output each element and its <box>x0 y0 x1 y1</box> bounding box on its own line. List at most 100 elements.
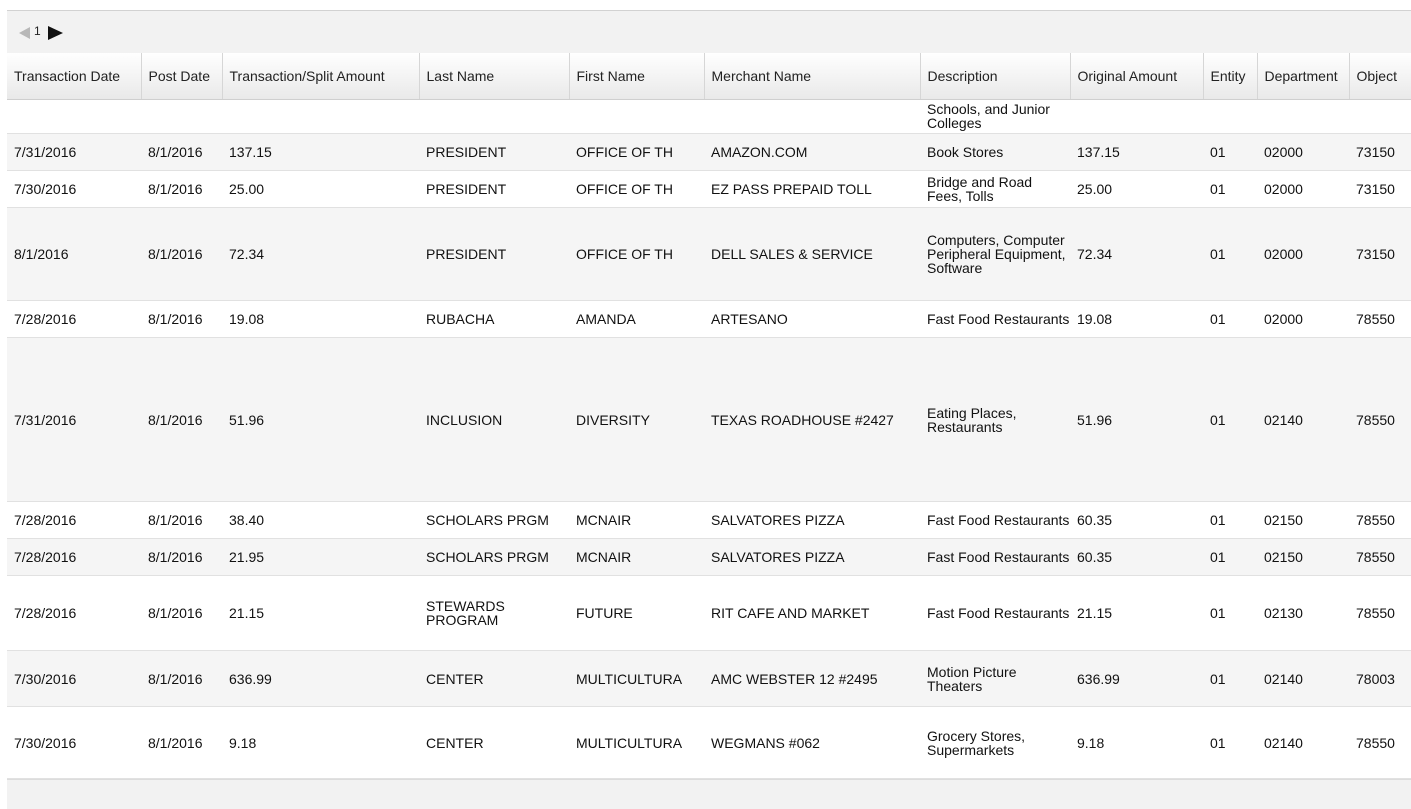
table-row[interactable]: 8/1/2016 8/1/2016 72.34 PRESIDENT OFFICE OF … <box>7 207 1411 301</box>
cell-first-name: MCNAIR <box>569 501 704 539</box>
previous-page-icon[interactable] <box>19 27 30 39</box>
column-header-entity[interactable]: Entity <box>1203 53 1258 100</box>
cell-post-date: 8/1/2016 <box>141 575 222 651</box>
cell-entity: 01 <box>1203 575 1257 651</box>
cell-entity: 01 <box>1203 133 1257 171</box>
cell-transaction-date: 7/28/2016 <box>7 538 141 576</box>
cell-merchant-name: RIT CAFE AND MARKET <box>704 575 920 651</box>
table-row[interactable]: 7/28/2016 8/1/2016 38.40 SCHOLARS PRGM MCNAI… <box>7 501 1411 539</box>
column-header-first-name[interactable]: First Name <box>569 53 705 100</box>
cell-department: 02000 <box>1257 300 1349 338</box>
cell-empty <box>1203 99 1257 134</box>
cell-first-name: MULTICULTURA <box>569 706 704 779</box>
column-header-transaction-split-amount[interactable]: Transaction/Split Amount <box>222 53 420 100</box>
cell-merchant-name: AMAZON.COM <box>704 133 920 171</box>
cell-department: 02000 <box>1257 133 1349 171</box>
cell-entity: 01 <box>1203 538 1257 576</box>
cell-original-amount: 21.15 <box>1070 575 1203 651</box>
cell-department: 02140 <box>1257 706 1349 779</box>
transactions-grid-page: 1 Transaction Date Post Date Transaction… <box>0 0 1411 809</box>
column-header-merchant-name[interactable]: Merchant Name <box>704 53 921 100</box>
cell-last-name: RUBACHA <box>419 300 569 338</box>
cell-post-date: 8/1/2016 <box>141 538 222 576</box>
cell-original-amount: 51.96 <box>1070 337 1203 502</box>
cell-transaction-date: 8/1/2016 <box>7 207 141 301</box>
cell-department: 02150 <box>1257 538 1349 576</box>
cell-merchant-name: SALVATORES PIZZA <box>704 501 920 539</box>
table-row[interactable]: 7/28/2016 8/1/2016 21.95 SCHOLARS PRGM MCNAI… <box>7 538 1411 576</box>
table-row[interactable]: 7/30/2016 8/1/2016 636.99 CENTER MULTICULTUR… <box>7 650 1411 707</box>
table-row[interactable]: 7/30/2016 8/1/2016 25.00 PRESIDENT OFFICE OF… <box>7 170 1411 208</box>
cell-description: Bridge and Road Fees, Tolls <box>920 170 1070 208</box>
cell-transaction-date: 7/30/2016 <box>7 170 141 208</box>
cell-transaction-date: 7/31/2016 <box>7 133 141 171</box>
column-header-post-date[interactable]: Post Date <box>141 53 223 100</box>
cell-entity: 01 <box>1203 337 1257 502</box>
cell-last-name: SCHOLARS PRGM <box>419 501 569 539</box>
cell-transaction-split-amount: 51.96 <box>222 337 419 502</box>
table-row[interactable]: 7/28/2016 8/1/2016 21.15 STEWARDS PROGRAM FU… <box>7 575 1411 651</box>
cell-post-date: 8/1/2016 <box>141 501 222 539</box>
cell-transaction-split-amount: 137.15 <box>222 133 419 171</box>
cell-transaction-split-amount: 21.15 <box>222 575 419 651</box>
cell-transaction-split-amount: 9.18 <box>222 706 419 779</box>
cell-empty <box>704 99 920 134</box>
transactions-table-container[interactable]: Transaction Date Post Date Transaction/S… <box>7 53 1411 779</box>
column-header-original-amount[interactable]: Original Amount <box>1070 53 1204 100</box>
cell-empty <box>1257 99 1349 134</box>
table-row[interactable]: 7/31/2016 8/1/2016 51.96 INCLUSION DIVERSITY… <box>7 337 1411 502</box>
cell-entity: 01 <box>1203 300 1257 338</box>
cell-empty <box>569 99 704 134</box>
cell-empty <box>1070 99 1203 134</box>
cell-object: 73150 <box>1349 133 1411 171</box>
cell-original-amount: 19.08 <box>1070 300 1203 338</box>
cell-empty <box>141 99 222 134</box>
cell-last-name: STEWARDS PROGRAM <box>419 575 569 651</box>
pager-bar: 1 <box>7 11 1411 53</box>
cell-empty <box>419 99 569 134</box>
cell-transaction-date: 7/28/2016 <box>7 575 141 651</box>
cell-last-name: PRESIDENT <box>419 133 569 171</box>
cell-description: Grocery Stores, Supermarkets <box>920 706 1070 779</box>
cell-description: Schools, and Junior Colleges <box>920 99 1070 134</box>
table-body: Schools, and Junior Colleges 7/31/2016 8/… <box>7 99 1411 779</box>
cell-object: 73150 <box>1349 207 1411 301</box>
cell-department: 02150 <box>1257 501 1349 539</box>
cell-original-amount: 636.99 <box>1070 650 1203 707</box>
grid-footer-bar <box>7 779 1411 809</box>
cell-description: Eating Places, Restaurants <box>920 337 1070 502</box>
current-page-number[interactable]: 1 <box>34 24 41 38</box>
cell-transaction-date: 7/30/2016 <box>7 706 141 779</box>
cell-object: 78003 <box>1349 650 1411 707</box>
table-row-partial[interactable]: Schools, and Junior Colleges <box>7 99 1411 134</box>
next-page-icon[interactable] <box>48 26 63 40</box>
cell-transaction-date: 7/30/2016 <box>7 650 141 707</box>
cell-post-date: 8/1/2016 <box>141 650 222 707</box>
column-header-description[interactable]: Description <box>920 53 1071 100</box>
cell-transaction-split-amount: 25.00 <box>222 170 419 208</box>
cell-transaction-split-amount: 19.08 <box>222 300 419 338</box>
cell-first-name: OFFICE OF TH <box>569 133 704 171</box>
table-row[interactable]: 7/31/2016 8/1/2016 137.15 PRESIDENT OFFICE O… <box>7 133 1411 171</box>
cell-first-name: DIVERSITY <box>569 337 704 502</box>
table-row[interactable]: 7/30/2016 8/1/2016 9.18 CENTER MULTICULTURA W… <box>7 706 1411 779</box>
cell-object: 78550 <box>1349 575 1411 651</box>
cell-merchant-name: SALVATORES PIZZA <box>704 538 920 576</box>
column-header-transaction-date[interactable]: Transaction Date <box>7 53 142 100</box>
cell-transaction-date: 7/31/2016 <box>7 337 141 502</box>
cell-first-name: OFFICE OF TH <box>569 207 704 301</box>
cell-object: 78550 <box>1349 706 1411 779</box>
table-row[interactable]: 7/28/2016 8/1/2016 19.08 RUBACHA AMANDA ARTES… <box>7 300 1411 338</box>
cell-transaction-date: 7/28/2016 <box>7 501 141 539</box>
cell-object: 78550 <box>1349 300 1411 338</box>
cell-original-amount: 60.35 <box>1070 538 1203 576</box>
cell-description: Book Stores <box>920 133 1070 171</box>
cell-merchant-name: EZ PASS PREPAID TOLL <box>704 170 920 208</box>
column-header-last-name[interactable]: Last Name <box>419 53 570 100</box>
column-header-department[interactable]: Department <box>1257 53 1350 100</box>
cell-department: 02140 <box>1257 337 1349 502</box>
cell-description: Fast Food Restaurants <box>920 538 1070 576</box>
cell-department: 02000 <box>1257 207 1349 301</box>
column-header-object[interactable]: Object <box>1349 53 1411 100</box>
cell-department: 02140 <box>1257 650 1349 707</box>
